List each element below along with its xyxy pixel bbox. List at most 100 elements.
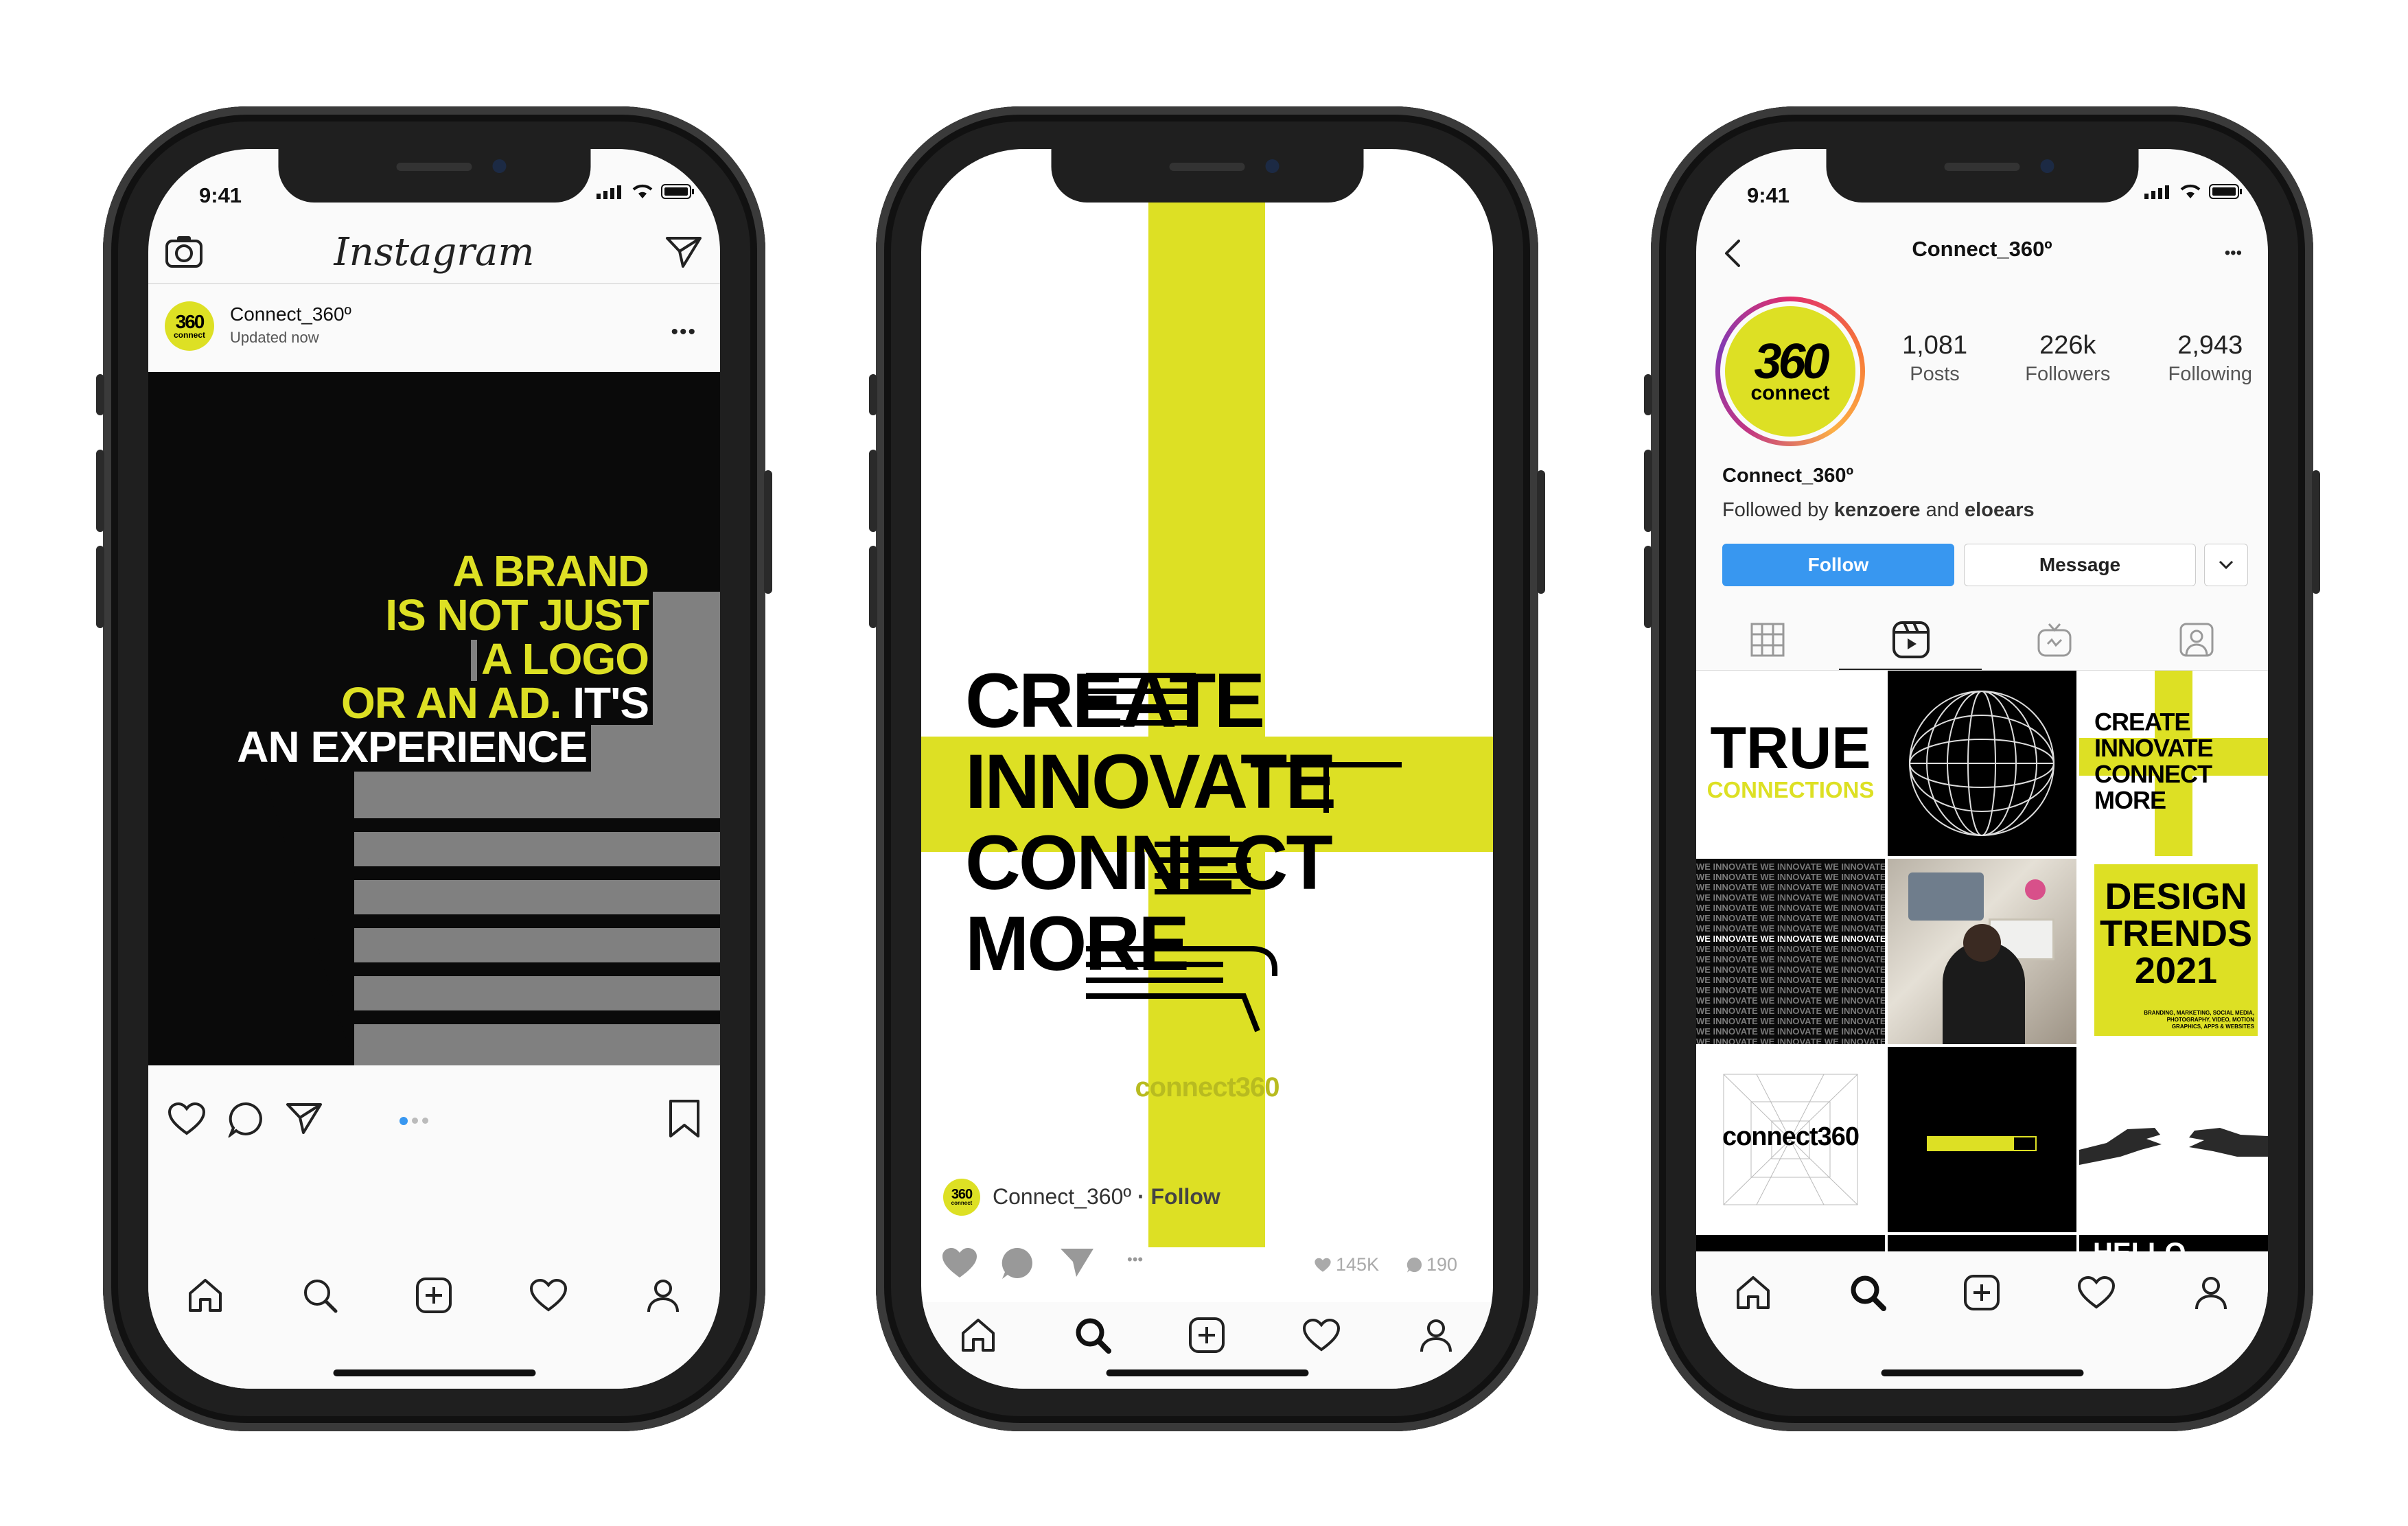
pattern-row: WE INNOVATE WE INNOVATE WE INNOVATE WE I…	[1696, 913, 1885, 923]
tab-bar	[148, 1251, 720, 1389]
grid-post-partial-1[interactable]	[1696, 1235, 1885, 1251]
grid-post-true-connections[interactable]: TRUE CONNECTIONS	[1696, 671, 1885, 856]
grid-post-design-trends[interactable]: DESIGN TRENDS 2021 BRANDING, MARKETING, …	[2079, 859, 2268, 1044]
grid-post-desk-photo[interactable]	[1888, 859, 2076, 1044]
activity-heart-icon[interactable]	[1301, 1315, 1342, 1356]
like-icon[interactable]	[940, 1246, 979, 1280]
more-options-icon[interactable]: •••	[671, 321, 697, 344]
screen-3: 9:41 Connect_360º ••• 360 connect 1,081 P…	[1696, 149, 2268, 1389]
pattern-row: WE INNOVATE WE INNOVATE WE INNOVATE WE I…	[1696, 964, 1885, 975]
home-icon[interactable]	[958, 1315, 999, 1356]
reaching-hands-icon	[2079, 1128, 2268, 1165]
home-icon[interactable]	[1733, 1272, 1774, 1313]
tab-tagged-icon[interactable]	[2179, 622, 2214, 658]
more-options-icon[interactable]: •••	[1127, 1251, 1143, 1269]
pattern-row: WE INNOVATE WE INNOVATE WE INNOVATE WE I…	[1696, 1037, 1885, 1044]
like-icon[interactable]	[167, 1102, 206, 1136]
grid-post-loading-bar[interactable]	[1888, 1047, 2076, 1232]
poster-text: A BRAND IS NOT JUST A LOGO OR AN AD. IT'…	[233, 546, 653, 772]
pattern-row: WE INNOVATE WE INNOVATE WE INNOVATE WE I…	[1696, 1026, 1885, 1037]
profile-stats: 1,081 Posts 226k Followers 2,943 Following	[1902, 331, 2252, 386]
stat-followers[interactable]: 226k Followers	[2025, 331, 2110, 386]
comments-count: 190	[1406, 1254, 1457, 1275]
stat-following[interactable]: 2,943 Following	[2168, 331, 2253, 386]
search-icon[interactable]	[1072, 1315, 1113, 1356]
profile-logo-bottom: connect	[1750, 382, 1830, 404]
follow-button[interactable]: Follow	[1722, 544, 1954, 586]
followed-by-text[interactable]: Followed by kenzoere and eloears	[1722, 499, 2035, 522]
profile-icon[interactable]	[642, 1275, 684, 1316]
pattern-row: WE INNOVATE WE INNOVATE WE INNOVATE WE I…	[1696, 872, 1885, 882]
avatar-logo-top: 360	[175, 311, 205, 332]
tab-reels-icon[interactable]	[1892, 621, 1930, 659]
grid-post-connect-logo[interactable]: connect360	[1696, 1047, 1885, 1232]
grid-post-partial-2[interactable]	[1888, 1235, 2076, 1251]
profile-icon[interactable]	[1415, 1315, 1457, 1356]
progress-bar	[1927, 1136, 2037, 1151]
home-indicator	[1106, 1369, 1308, 1376]
profile-icon[interactable]	[2190, 1272, 2232, 1313]
tab-bar	[1696, 1251, 2268, 1389]
pattern-row: WE INNOVATE WE INNOVATE WE INNOVATE WE I…	[1696, 944, 1885, 954]
carousel-dots	[400, 1117, 428, 1125]
pattern-row: WE INNOVATE WE INNOVATE WE INNOVATE WE I…	[1696, 954, 1885, 964]
pattern-row: WE INNOVATE WE INNOVATE WE INNOVATE WE I…	[1696, 995, 1885, 1006]
status-time: 9:41	[1747, 183, 1790, 207]
bookmark-icon[interactable]	[668, 1099, 701, 1139]
message-button[interactable]: Message	[1964, 544, 2196, 586]
grid-post-hello[interactable]: HELLO	[2079, 1235, 2268, 1251]
pattern-row: WE INNOVATE WE INNOVATE WE INNOVATE WE I…	[1696, 985, 1885, 995]
search-icon[interactable]	[299, 1275, 340, 1316]
tab-igtv-icon[interactable]	[2037, 622, 2072, 658]
stat-posts[interactable]: 1,081 Posts	[1902, 331, 1967, 386]
status-icons	[597, 183, 695, 200]
wireframe-globe-icon	[1909, 691, 2054, 836]
home-icon[interactable]	[185, 1275, 226, 1316]
direct-message-icon[interactable]	[665, 235, 702, 268]
grid-post-we-innovate[interactable]: WE INNOVATE WE INNOVATE WE INNOVATE WE I…	[1696, 859, 1885, 1044]
account-subtitle: Updated now	[230, 329, 319, 346]
profile-tabs	[1696, 609, 2268, 671]
account-name[interactable]: Connect_360º	[993, 1184, 1131, 1209]
avatar[interactable]: 360 connect	[943, 1179, 980, 1216]
new-post-icon[interactable]	[1186, 1315, 1227, 1356]
home-indicator	[1881, 1369, 2083, 1376]
profile-avatar[interactable]: 360 connect	[1715, 297, 1865, 446]
app-title: Instagram	[334, 230, 535, 275]
pattern-row: WE INNOVATE WE INNOVATE WE INNOVATE WE I…	[1696, 892, 1885, 903]
pattern-row: WE INNOVATE WE INNOVATE WE INNOVATE WE I…	[1696, 975, 1885, 985]
phone-2: CREATE INNOVATE CONNECT MORE connect360 …	[869, 106, 1545, 1431]
comment-icon[interactable]	[999, 1246, 1037, 1282]
post-image: A BRAND IS NOT JUST A LOGO OR AN AD. IT'…	[148, 372, 720, 1065]
chevron-down-icon	[2219, 560, 2234, 570]
tab-grid-icon[interactable]	[1750, 622, 1785, 658]
activity-heart-icon[interactable]	[2076, 1272, 2117, 1313]
grid-post-create-innovate[interactable]: CREATE INNOVATE CONNECT MORE	[2079, 671, 2268, 856]
profile-logo-top: 360	[1754, 334, 1829, 389]
screen-2: CREATE INNOVATE CONNECT MORE connect360 …	[921, 149, 1493, 1389]
new-post-icon[interactable]	[1961, 1272, 2002, 1313]
pattern-row: WE INNOVATE WE INNOVATE WE INNOVATE WE I…	[1696, 903, 1885, 913]
activity-heart-icon[interactable]	[528, 1275, 569, 1316]
account-name[interactable]: Connect_360º	[230, 303, 351, 325]
comments-bubble-icon	[1406, 1257, 1422, 1273]
more-options-icon[interactable]: •••	[2225, 244, 2242, 263]
comment-icon[interactable]	[228, 1102, 265, 1137]
share-icon[interactable]	[286, 1102, 323, 1135]
avatar-logo-top: 360	[951, 1187, 973, 1202]
avatar-logo-bottom: connect	[173, 330, 205, 340]
search-icon[interactable]	[1847, 1272, 1888, 1313]
share-icon[interactable]	[1058, 1246, 1096, 1279]
pattern-row: WE INNOVATE WE INNOVATE WE INNOVATE WE I…	[1696, 1006, 1885, 1016]
suggestions-dropdown-button[interactable]	[2204, 544, 2248, 586]
grid-post-hands[interactable]	[2079, 1047, 2268, 1232]
pattern-row: WE INNOVATE WE INNOVATE WE INNOVATE WE I…	[1696, 923, 1885, 934]
pattern-row: WE INNOVATE WE INNOVATE WE INNOVATE WE I…	[1696, 882, 1885, 892]
avatar-logo-bottom: connect	[951, 1200, 973, 1206]
new-post-icon[interactable]	[413, 1275, 454, 1316]
follow-link[interactable]: · Follow	[1137, 1184, 1220, 1209]
screen-1: 9:41 Instagram 360 connect Connect_360º …	[148, 149, 720, 1389]
grid-post-globe[interactable]	[1888, 671, 2076, 856]
avatar[interactable]: 360 connect	[165, 301, 214, 351]
letter-stripes	[1086, 673, 1402, 1032]
